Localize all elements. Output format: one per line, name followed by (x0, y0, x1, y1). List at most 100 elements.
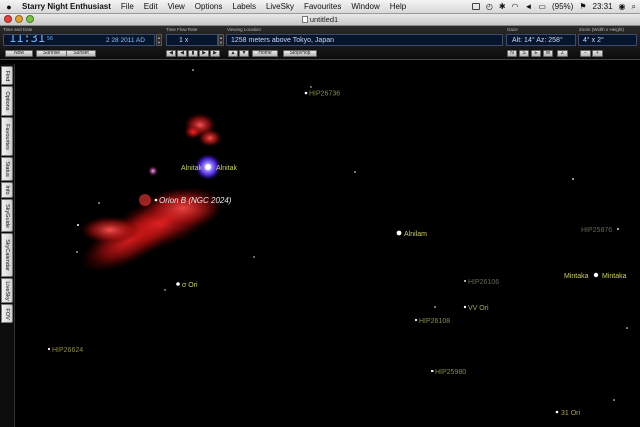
play-button[interactable]: ▶ (199, 50, 209, 57)
time-display[interactable]: 11:31 (9, 35, 45, 44)
star-hip25980[interactable] (430, 369, 434, 373)
gaze-south-button[interactable]: S (519, 50, 529, 57)
tab-options[interactable]: Options (1, 86, 13, 116)
home-button[interactable]: Home (252, 50, 278, 57)
label-hip26624[interactable]: HIP26624 (52, 347, 83, 354)
battery-icon[interactable]: ▭ (538, 2, 546, 11)
app-menu[interactable]: Starry Night Enthusiast (22, 2, 111, 11)
alnitak-star[interactable] (205, 164, 211, 170)
label-sigma-ori[interactable]: σ Ori (182, 282, 198, 289)
tab-skyguide[interactable]: SkyGuide (1, 199, 13, 232)
now-button[interactable]: Now (5, 50, 33, 57)
menu-help[interactable]: Help (390, 2, 406, 11)
window-title-bar: untitled1 (0, 14, 640, 26)
tab-status[interactable]: Status (1, 157, 13, 181)
label-alnilam[interactable]: Alnilam (404, 231, 427, 238)
star-hip26108[interactable] (414, 318, 418, 322)
menu-window[interactable]: Window (351, 2, 379, 11)
wifi-icon[interactable]: ◠ (512, 2, 519, 11)
label-alnitak-1[interactable]: Alnitak (181, 165, 203, 172)
time-date-display[interactable]: 11:31 56 2 28 2011 AD (3, 34, 155, 46)
time-flow-rate[interactable]: 1 x (179, 35, 188, 45)
zoom-field[interactable]: 4° x 2° (578, 34, 637, 46)
star-sigma-ori[interactable] (176, 282, 180, 286)
menu-livesky[interactable]: LiveSky (266, 2, 294, 11)
star-vv-ori[interactable] (463, 305, 467, 309)
star-mintaka[interactable] (593, 272, 599, 278)
tab-find[interactable]: Find (1, 66, 13, 85)
tab-fov[interactable]: FOV (1, 304, 13, 323)
menu-edit[interactable]: Edit (144, 2, 158, 11)
gaze-label: Gaze (507, 27, 518, 32)
time-flow-display[interactable]: 1 x (166, 34, 218, 46)
bluetooth-icon[interactable]: ✱ (499, 2, 506, 11)
star-hip25876[interactable] (617, 228, 619, 230)
label-mintaka-2[interactable]: Mintaka (602, 273, 627, 280)
zoom-in-button[interactable]: + (592, 50, 603, 57)
status-clock-icon[interactable]: ◴ (486, 2, 493, 11)
label-orion-b[interactable]: Orion B (NGC 2024) (159, 196, 232, 205)
label-mintaka-1[interactable]: Mintaka (564, 273, 589, 280)
label-hip26736[interactable]: HIP26736 (309, 91, 340, 98)
time-stepper[interactable]: ▲ ▼ (156, 34, 162, 46)
status-app-icon[interactable] (471, 3, 480, 10)
spotlight-icon[interactable]: ⌕ (632, 2, 636, 12)
gaze-north-button[interactable]: N (507, 50, 517, 57)
label-vv-ori[interactable]: VV Ori (468, 305, 489, 312)
step-back-button[interactable]: ◀ (166, 50, 176, 57)
gaze-west-button[interactable]: W (543, 50, 553, 57)
flag-icon[interactable]: ⚑ (579, 2, 586, 11)
stop-button[interactable]: ▮ (188, 50, 198, 57)
reverse-button[interactable]: ◀ (177, 50, 187, 57)
seconds-display[interactable]: 56 (47, 35, 53, 45)
star-hip26736[interactable] (304, 91, 308, 95)
sky-view[interactable]: HIP26736 Alnitak Alnitak Orion B (NGC 20… (15, 60, 640, 427)
gaze-east-button[interactable]: E (531, 50, 541, 57)
star-hip26106[interactable] (464, 280, 466, 282)
stop-hop-button[interactable]: Stop/Hop (283, 50, 317, 57)
time-date-label: Time and Date (3, 27, 33, 32)
menu-options[interactable]: Options (195, 2, 223, 11)
gaze-zenith-button[interactable]: Z (557, 50, 568, 57)
label-31-ori[interactable]: 31 Ori (561, 410, 581, 417)
zoom-out-button[interactable]: − (580, 50, 591, 57)
tab-info[interactable]: Info (1, 182, 13, 198)
tab-skyguide-label: SkyGuide (4, 203, 10, 228)
step-forward-button[interactable]: ▶ (210, 50, 220, 57)
menu-file[interactable]: File (121, 2, 134, 11)
viewing-location-label: Viewing Location (227, 27, 261, 32)
label-hip26108[interactable]: HIP26108 (419, 318, 450, 325)
star-alnilam[interactable] (396, 230, 402, 236)
sky-canvas[interactable]: HIP26736 Alnitak Alnitak Orion B (NGC 20… (15, 60, 640, 427)
user-icon[interactable]: ◉ (619, 2, 626, 11)
sunrise-button[interactable]: Sunrise (36, 50, 67, 57)
label-hip26106[interactable]: HIP26106 (468, 279, 499, 286)
apple-icon[interactable]: ● (3, 2, 15, 12)
location-up-button[interactable]: ▲ (228, 50, 238, 57)
star-31-ori[interactable] (555, 410, 559, 414)
star-hip26624[interactable] (47, 347, 51, 351)
tab-skycalendar-label: SkyCalendar (4, 239, 10, 271)
label-alnitak-2[interactable]: Alnitak (216, 165, 238, 172)
date-display[interactable]: 2 28 2011 AD (106, 35, 145, 45)
window-title: untitled1 (309, 15, 339, 24)
label-hip25876[interactable]: HIP25876 (581, 227, 612, 234)
tab-skycalendar[interactable]: SkyCalendar (1, 233, 13, 277)
menu-favourites[interactable]: Favourites (304, 2, 341, 11)
time-flow-label: Time Flow Rate (166, 27, 198, 32)
marker-orion-b[interactable] (154, 198, 158, 202)
menubar-clock[interactable]: 23:31 (593, 2, 613, 11)
volume-icon[interactable]: ◄ (525, 2, 533, 11)
toolbar: Time and Date 11:31 56 2 28 2011 AD ▲ ▼ N… (0, 26, 640, 60)
menu-bar: ● Starry Night Enthusiast File Edit View… (0, 0, 640, 14)
label-hip25980[interactable]: HIP25980 (435, 369, 466, 376)
tab-livesky[interactable]: LiveSky (1, 278, 13, 303)
location-down-button[interactable]: ▼ (239, 50, 249, 57)
time-flow-stepper[interactable]: ▲ ▼ (218, 34, 224, 46)
menu-labels[interactable]: Labels (232, 2, 256, 11)
tab-favourites[interactable]: Favourites (1, 117, 13, 156)
viewing-location-field[interactable]: 1258 meters above Tokyo, Japan (226, 34, 503, 46)
menu-view[interactable]: View (168, 2, 185, 11)
sunset-button[interactable]: Sunset (66, 50, 96, 57)
gaze-field[interactable]: Alt: 14° Az: 258° (506, 34, 576, 46)
